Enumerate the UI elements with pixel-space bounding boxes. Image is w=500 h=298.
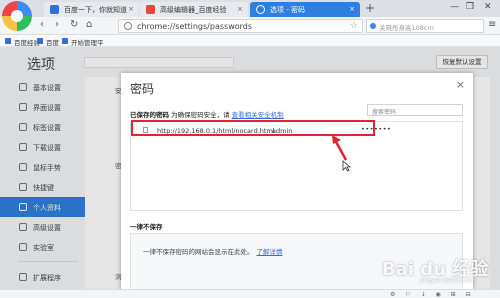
bookmark-icon [62,38,68,44]
tab-label: 高级编辑器_百度经验 [160,6,227,14]
bookmarks-bar: 百度经验 百度 开始管理平 [0,35,500,47]
annotation-arrow-icon [332,135,348,161]
browser-logo-icon [2,1,32,31]
baidu-paw-icon [50,5,59,14]
never-saved-heading: 一律不保存 [130,223,163,231]
tab-label: 选项 - 密码 [270,6,305,14]
close-icon[interactable]: × [128,5,134,13]
new-tab-button[interactable]: + [365,1,375,15]
never-saved-text: 一律不保存密码的网站会显示在此处。 了解详情 [143,248,283,256]
learn-more-link[interactable]: 了解详情 [257,248,283,256]
navigation-bar: ‹ › ↻ ⌂ chrome://settings/passwords ☆ 关晓… [0,17,500,35]
status-bar: ⚙ ⚐ ↓ ◉ ⊞ ⊟ [0,289,500,298]
forward-button[interactable]: › [55,19,59,30]
minimize-button[interactable]: — [450,2,459,12]
bookmark-star-icon[interactable]: ☆ [350,21,358,31]
window-close-button[interactable]: ✕ [484,2,492,12]
page-icon [124,22,132,30]
tab-label: 百度一下，你就知道 [64,6,127,14]
bookmark-item[interactable]: 百度 [37,37,59,47]
close-icon[interactable]: × [237,5,243,13]
bookmark-item[interactable]: 百度经验 [5,37,40,47]
back-button[interactable]: ‹ [40,19,44,30]
status-icons[interactable]: ⚙ ⚐ ↓ ◉ ⊞ ⊟ [390,291,475,298]
dialog-title: 密码 [130,82,155,96]
security-mechanism-link[interactable]: 查看相关安全机制 [232,111,284,119]
mouse-cursor-icon [342,160,351,172]
bookmark-icon [37,38,43,44]
bookmark-icon [5,38,11,44]
bookmark-item[interactable]: 开始管理平 [62,37,104,47]
password-search-input[interactable]: 搜索密码 [367,104,463,116]
tab-bar: 百度一下，你就知道 × 高级编辑器_百度经验 × 选项 - 密码 × + — ❐… [0,0,500,17]
tab-settings-passwords[interactable]: 选项 - 密码 × [250,2,360,17]
saved-passwords-heading: 已保存的密码 为确保密码安全，请 查看相关安全机制 [130,111,284,119]
search-box[interactable]: 关晓彤身高108cm [366,19,484,33]
search-engine-icon [370,23,376,29]
tab-baidu[interactable]: 百度一下，你就知道 × [44,2,139,17]
tab-jingyan-editor[interactable]: 高级编辑器_百度经验 × [140,2,248,17]
watermark-url: jingyan.baidu.com [420,277,476,284]
home-button[interactable]: ⌂ [86,19,92,30]
address-url: chrome://settings/passwords [137,22,253,31]
close-icon[interactable]: × [349,5,355,13]
jingyan-icon [146,5,155,14]
dialog-close-button[interactable]: × [456,78,465,91]
menu-button[interactable]: ≡ [488,19,496,30]
address-bar[interactable]: chrome://settings/passwords ☆ [118,19,363,33]
gear-icon [256,5,265,14]
restore-button[interactable]: ❐ [466,2,474,12]
refresh-button[interactable]: ↻ [70,19,78,30]
search-placeholder: 关晓彤身高108cm [379,24,434,32]
